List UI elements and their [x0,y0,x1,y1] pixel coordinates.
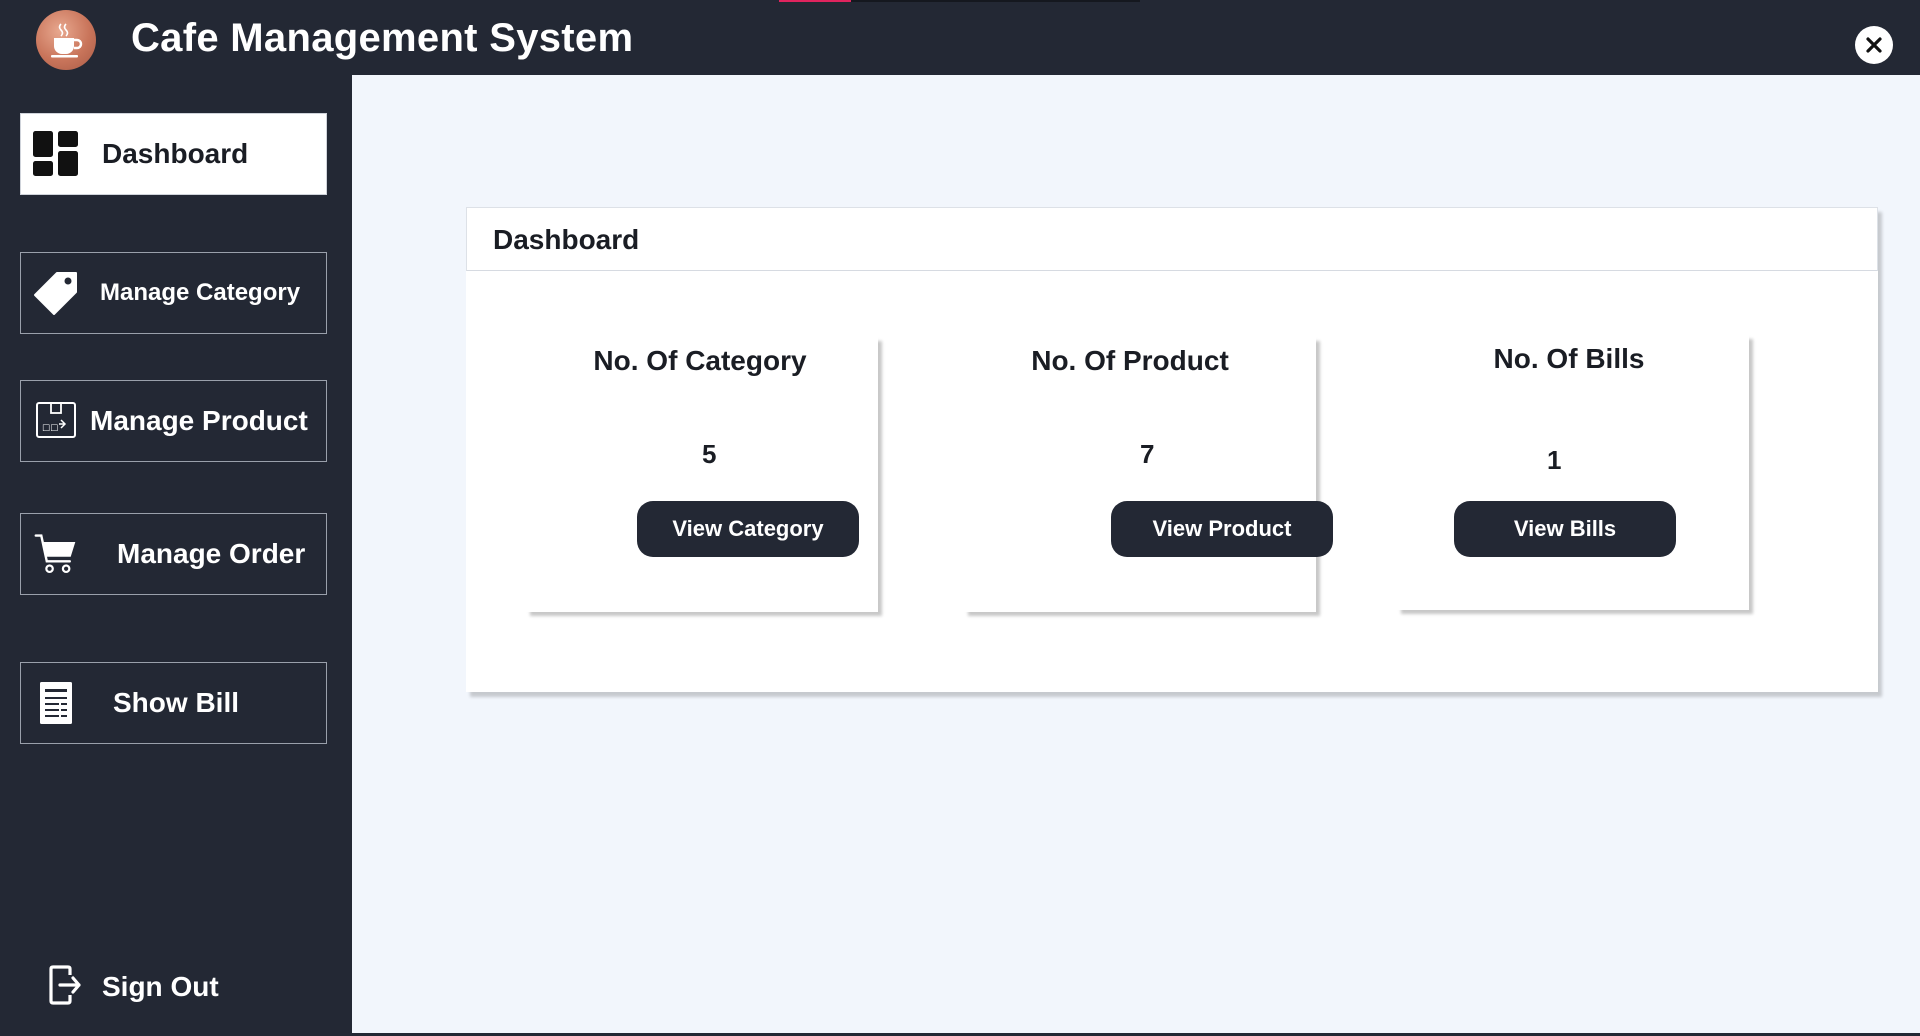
cart-icon [33,531,79,577]
sidebar-item-label: Dashboard [102,138,249,169]
tag-icon [33,270,79,316]
sidebar-item-show-bill[interactable]: Show Bill [20,662,327,744]
product-count-card: No. Of Product 7 View Product [964,337,1333,612]
bills-count-card: No. Of Bills 1 View Bills [1397,335,1749,610]
view-category-button[interactable]: View Category [637,501,859,557]
accent-strip-dark [851,0,1140,2]
view-product-button[interactable]: View Product [1111,501,1333,557]
close-button[interactable] [1855,26,1893,64]
title-bar: Cafe Management System [0,0,1920,75]
view-bills-button[interactable]: View Bills [1454,501,1676,557]
svg-text:☐☐: ☐☐ [42,424,58,434]
product-box-icon: ☐☐ [33,398,79,444]
card-title: No. Of Product [1031,345,1229,376]
card-title: No. Of Category [593,345,807,376]
sidebar-item-label: Show Bill [113,687,239,718]
card-title: No. Of Bills [1493,343,1645,374]
sidebar-item-manage-product[interactable]: ☐☐ Manage Product [20,380,327,462]
app-title: Cafe Management System [131,16,634,60]
bill-icon [33,680,79,726]
sidebar-item-label: Manage Order [117,538,306,569]
dashboard-grid-icon [33,131,79,177]
dashboard-panel: Dashboard No. Of Category 5 View Categor… [466,207,1878,692]
category-count-card: No. Of Category 5 View Category [526,337,878,612]
sidebar-item-dashboard[interactable]: Dashboard [20,113,327,195]
coffee-cup-icon [36,10,96,70]
page-title: Dashboard [493,224,640,255]
sidebar-item-label: Manage Category [100,279,301,306]
sidebar-item-manage-category[interactable]: Manage Category [20,252,327,334]
sign-out-icon [48,964,82,1010]
sidebar-item-manage-order[interactable]: Manage Order [20,513,327,595]
sidebar-item-label: Manage Product [90,405,308,436]
accent-strip [779,0,851,2]
sign-out-label: Sign Out [102,971,219,1002]
card-value: 5 [702,439,717,469]
card-value: 1 [1547,445,1562,475]
close-icon [1866,37,1882,53]
sign-out-button[interactable]: Sign Out [48,964,219,1010]
panel-header: Dashboard [466,207,1878,271]
card-value: 7 [1140,439,1155,469]
